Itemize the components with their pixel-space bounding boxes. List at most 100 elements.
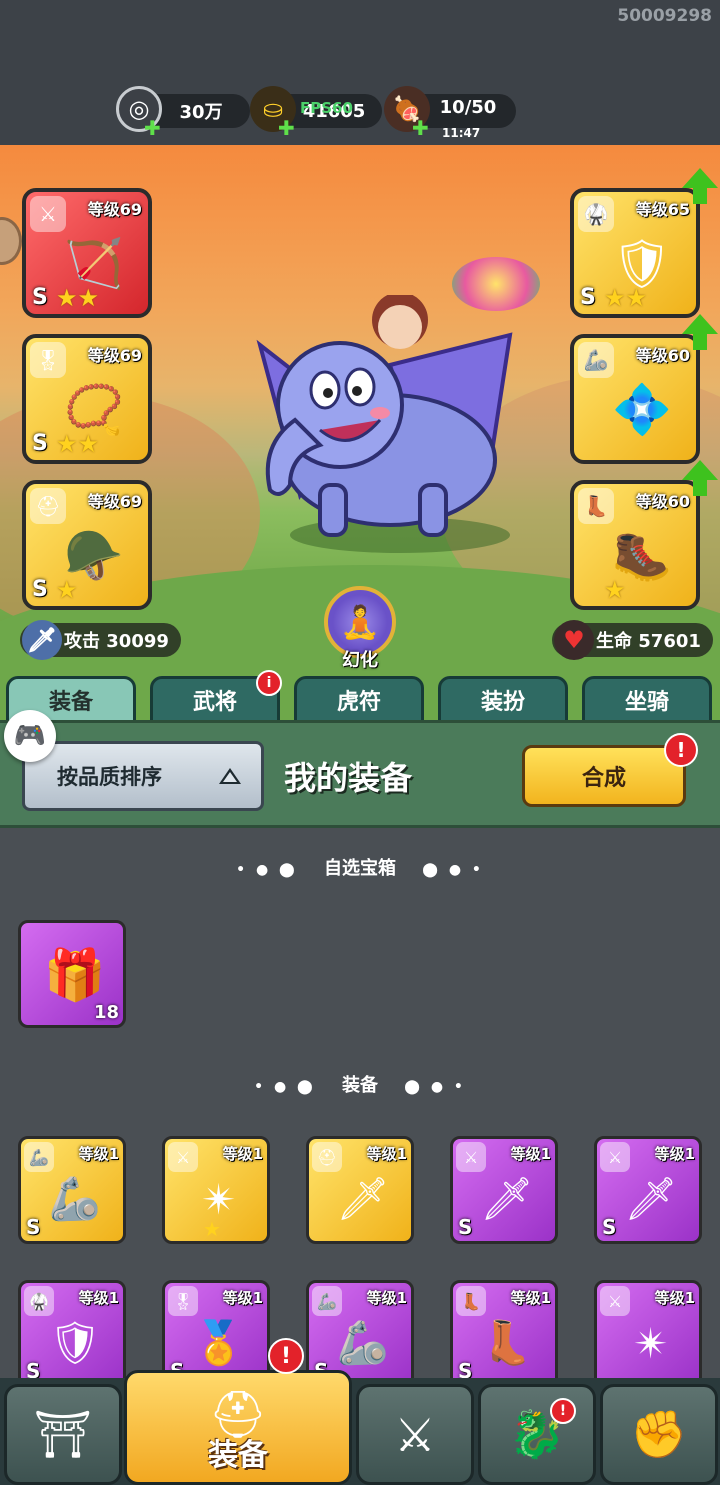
boots-icon: 👢 bbox=[578, 488, 614, 524]
medal-icon: 🎖 bbox=[30, 342, 66, 378]
item-level: 等级1 bbox=[510, 1289, 551, 1307]
item-level: 等级1 bbox=[366, 1289, 407, 1307]
tab-label: 装备 bbox=[48, 690, 93, 715]
equipment-item[interactable]: ⚔ 等级1 ✴ ★ bbox=[162, 1136, 270, 1244]
equipment-item[interactable]: ⚔ 等级1 🗡 S bbox=[594, 1136, 702, 1244]
meditating-figure-icon: 🧘 bbox=[340, 603, 380, 641]
item-grade: S bbox=[32, 577, 48, 602]
equipped-boots-slot[interactable]: 👢 等级60 🥾 ★ bbox=[570, 480, 700, 610]
info-badge-icon: i bbox=[256, 670, 282, 696]
lotus-pet-icon[interactable] bbox=[452, 257, 540, 311]
item-level: 等级65 bbox=[635, 200, 690, 219]
section-label: 自选宝箱 bbox=[324, 858, 396, 879]
item-level: 等级60 bbox=[635, 492, 690, 511]
item-grade: S bbox=[602, 1215, 617, 1239]
equipment-item[interactable]: 🥋 等级1 🛡 S bbox=[18, 1280, 126, 1388]
item-stars: ★★ bbox=[56, 430, 100, 458]
attack-value: 攻击 30099 bbox=[64, 631, 169, 652]
fist-upgrade-icon: ✊ bbox=[630, 1407, 688, 1461]
item-stars: ★ bbox=[604, 576, 626, 604]
transform-label: 幻化 bbox=[342, 650, 378, 671]
build-id: 50009298 bbox=[617, 6, 712, 26]
equipment-item[interactable]: 👢 等级1 👢 S bbox=[450, 1280, 558, 1388]
equipped-helmet-slot[interactable]: ⛑ 等级69 🪖 S ★ bbox=[22, 480, 152, 610]
elephant-mount-hero[interactable] bbox=[240, 295, 520, 565]
equipment-art-icon: 🗡 bbox=[336, 1174, 390, 1223]
equipment-item[interactable]: 🦾等级1🦾S bbox=[18, 1136, 126, 1244]
gamepad-icon[interactable]: 🎮 bbox=[4, 710, 56, 762]
dots-decoration: • ● ⬤ bbox=[254, 1079, 316, 1095]
silver-resource[interactable]: ◎ 30万 ✚ bbox=[116, 86, 250, 140]
item-level: 等级69 bbox=[87, 200, 142, 219]
alert-badge-icon: ! bbox=[664, 733, 698, 767]
alert-badge-icon: ! bbox=[550, 1398, 576, 1424]
jeweled-bracer-icon: 💠 bbox=[612, 381, 672, 438]
item-grade: S bbox=[32, 431, 48, 456]
equipment-art-icon: 👢 bbox=[480, 1318, 534, 1367]
dots-decoration: • ● ⬤ bbox=[236, 862, 298, 878]
battle-shield-icon: ⚔ bbox=[394, 1407, 436, 1462]
upgrade-arrow-icon bbox=[682, 314, 718, 350]
equipped-armor-slot[interactable]: 🥋 等级65 🛡 S ★★ bbox=[570, 188, 700, 318]
equip-section-title: • ● ⬤ 装备 ⬤ ● • bbox=[0, 1071, 720, 1097]
dots-decoration: ⬤ ● • bbox=[422, 862, 484, 878]
equipment-art-icon: 🏅 bbox=[192, 1318, 246, 1367]
item-level: 等级69 bbox=[87, 492, 142, 511]
chest-section-title: • ● ⬤ 自选宝箱 ⬤ ● • bbox=[0, 854, 720, 880]
tab-label: 武将 bbox=[192, 690, 237, 715]
tab-mount[interactable]: 坐骑 bbox=[582, 676, 712, 724]
sort-label: 按品质排序 bbox=[57, 765, 162, 789]
nav-battle-button[interactable]: ⚔ bbox=[356, 1384, 474, 1485]
equipment-art-icon: 🗡 bbox=[480, 1174, 534, 1223]
nav-label: 装备 bbox=[208, 1438, 268, 1473]
silver-value: 30万 bbox=[179, 102, 223, 123]
item-level: 等级1 bbox=[78, 1145, 119, 1163]
side-event-icon[interactable] bbox=[0, 217, 22, 265]
bottom-nav: ⛩ ⛑ 装备 ! ⚔ 🐉 ! ✊ bbox=[0, 1338, 720, 1485]
nav-upgrade-button[interactable]: ✊ bbox=[600, 1384, 718, 1485]
item-stars: ★ bbox=[203, 1217, 221, 1241]
equipped-medal-slot[interactable]: 🎖 等级69 📿 S ★★ bbox=[22, 334, 152, 464]
equipment-art-icon: 🦾 bbox=[48, 1174, 102, 1223]
nav-heroes-button[interactable]: 🐉 bbox=[478, 1384, 596, 1485]
equipped-bracer-slot[interactable]: 🦾 等级60 💠 bbox=[570, 334, 700, 464]
mystery-chest-item[interactable]: 🎁 18 bbox=[18, 920, 126, 1028]
stamina-resource[interactable]: 🍖 10/50 11:47 ✚ bbox=[384, 86, 516, 140]
stamina-timer: 11:47 bbox=[442, 126, 481, 140]
item-grade: S bbox=[26, 1215, 41, 1239]
equipment-item[interactable]: ⛑ 等级1 🗡 bbox=[306, 1136, 414, 1244]
tab-costume[interactable]: 装扮 bbox=[438, 676, 568, 724]
helmet-icon: ⛑ bbox=[30, 488, 66, 524]
add-gold-icon[interactable]: ✚ bbox=[278, 116, 295, 140]
add-stamina-icon[interactable]: ✚ bbox=[412, 116, 429, 140]
sword-icon: 🗡 bbox=[22, 620, 62, 660]
tab-tiger-tally[interactable]: 虎符 bbox=[294, 676, 424, 724]
equipped-weapon-slot[interactable]: ⚔ 等级69 🏹 S ★★ bbox=[22, 188, 152, 318]
equipment-item[interactable]: ⚔ 等级1 ✴ bbox=[594, 1280, 702, 1388]
alert-badge-icon: ! bbox=[268, 1338, 304, 1374]
equipment-art-icon: 🦾 bbox=[336, 1318, 390, 1367]
nav-shop-button[interactable]: ⛩ bbox=[4, 1384, 122, 1485]
sort-by-quality-button[interactable]: 按品质排序 bbox=[22, 741, 264, 811]
equipment-item[interactable]: ⚔ 等级1 🗡 S bbox=[450, 1136, 558, 1244]
item-level: 等级69 bbox=[87, 346, 142, 365]
add-silver-icon[interactable]: ✚ bbox=[144, 116, 161, 140]
heart-icon: ♥ bbox=[554, 620, 594, 660]
item-stars: ★ bbox=[56, 576, 78, 604]
equipment-toolbar: 按品质排序 我的装备 合成 ! bbox=[0, 720, 720, 828]
tab-label: 装扮 bbox=[480, 690, 525, 715]
item-level: 等级1 bbox=[654, 1289, 695, 1307]
stamina-value: 10/50 bbox=[439, 96, 497, 118]
sword-icon: ⚔ bbox=[30, 196, 66, 232]
item-stars: ★★ bbox=[56, 284, 100, 312]
item-level: 等级1 bbox=[366, 1145, 407, 1163]
nav-equipment-button[interactable]: ⛑ 装备 bbox=[124, 1370, 352, 1485]
tab-label: 坐骑 bbox=[624, 690, 669, 715]
item-level: 等级60 bbox=[635, 346, 690, 365]
item-grade: S bbox=[32, 285, 48, 310]
tab-label: 虎符 bbox=[336, 690, 381, 715]
bracer-icon: 🦾 bbox=[578, 342, 614, 378]
synthesize-button[interactable]: 合成 bbox=[522, 745, 686, 807]
item-stars: ★★ bbox=[604, 284, 648, 312]
armor-icon: 🥋 bbox=[578, 196, 614, 232]
